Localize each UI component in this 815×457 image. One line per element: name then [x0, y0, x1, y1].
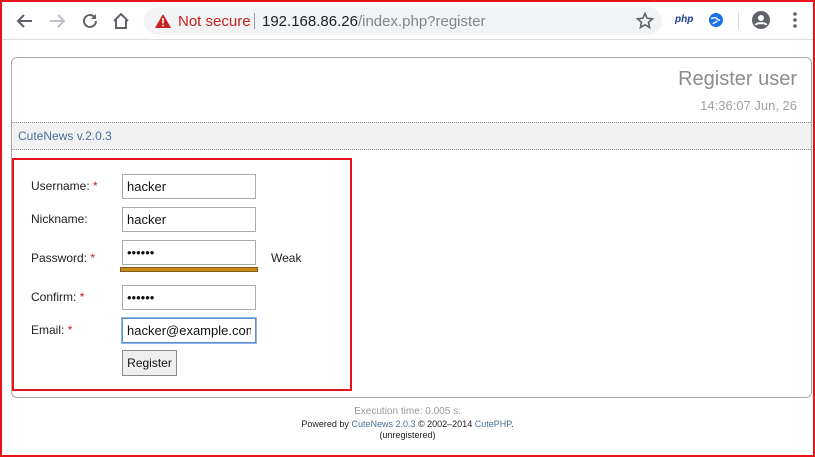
confirm-label-text: Confirm: — [31, 290, 77, 304]
password-label-text: Password: — [31, 251, 88, 265]
account-icon[interactable] — [751, 10, 771, 30]
powered-suffix: . — [511, 419, 514, 429]
confirm-input[interactable] — [122, 285, 256, 310]
registration-status: (unregistered) — [379, 430, 436, 440]
reload-button[interactable] — [79, 10, 101, 32]
password-strength-text: Weak — [271, 251, 302, 265]
email-label-text: Email: — [31, 323, 65, 337]
version-link[interactable]: CuteNews v.2.0.3 — [18, 129, 112, 143]
register-button[interactable]: Register — [122, 350, 177, 376]
bookmark-star-icon[interactable] — [636, 12, 654, 30]
back-button[interactable] — [14, 10, 36, 32]
copyright-years: © 2002–2014 — [418, 419, 473, 429]
confirm-label: Confirm: * — [31, 290, 84, 304]
reload-icon — [83, 13, 97, 28]
username-input[interactable] — [122, 174, 256, 199]
kebab-menu-icon[interactable] — [785, 10, 805, 30]
omnibox-divider — [254, 13, 255, 29]
php-extension-icon[interactable]: php — [675, 14, 693, 25]
cutephp-link[interactable]: CutePHP — [475, 419, 511, 429]
url-text[interactable]: 192.168.86.26/index.php?register — [262, 13, 486, 30]
required-marker: * — [79, 290, 85, 304]
url-path: /index.php?register — [357, 13, 486, 30]
browser-toolbar: Not secure 192.168.86.26/index.php?regis… — [2, 2, 813, 40]
username-label-text: Username: — [31, 179, 90, 193]
arrow-right-icon — [50, 14, 66, 28]
required-marker: * — [93, 179, 98, 193]
forward-button[interactable] — [46, 10, 68, 32]
warning-icon — [155, 14, 171, 28]
url-host: 192.168.86.26 — [262, 13, 358, 30]
required-marker: * — [90, 251, 96, 265]
email-input[interactable] — [122, 318, 256, 343]
nickname-label: Nickname: — [31, 212, 88, 226]
execution-time: Execution time: 0.005 s. — [354, 406, 461, 417]
page-title: Register user — [678, 68, 797, 90]
page-timestamp: 14:36:07 Jun, 26 — [700, 98, 797, 113]
toolbar-divider — [738, 12, 739, 30]
address-bar[interactable]: Not secure 192.168.86.26/index.php?regis… — [144, 7, 662, 35]
username-label: Username: * — [31, 179, 98, 193]
powered-by: Powered by CuteNews 2.0.3 © 2002–2014 Cu… — [0, 419, 815, 429]
email-label: Email: * — [31, 323, 72, 337]
password-label: Password: * — [31, 251, 95, 265]
home-icon — [113, 12, 129, 29]
powered-prefix: Powered by — [301, 419, 349, 429]
password-strength-bar — [120, 267, 258, 272]
nickname-input[interactable] — [122, 207, 256, 232]
password-input[interactable] — [122, 240, 256, 265]
required-marker: * — [67, 323, 73, 337]
version-bar: CuteNews v.2.0.3 — [12, 122, 811, 150]
extension-globe-icon[interactable] — [707, 11, 725, 29]
security-label[interactable]: Not secure — [178, 13, 251, 30]
home-button[interactable] — [110, 10, 132, 32]
arrow-left-icon — [16, 14, 32, 28]
cutenews-link[interactable]: CuteNews 2.0.3 — [351, 419, 415, 429]
